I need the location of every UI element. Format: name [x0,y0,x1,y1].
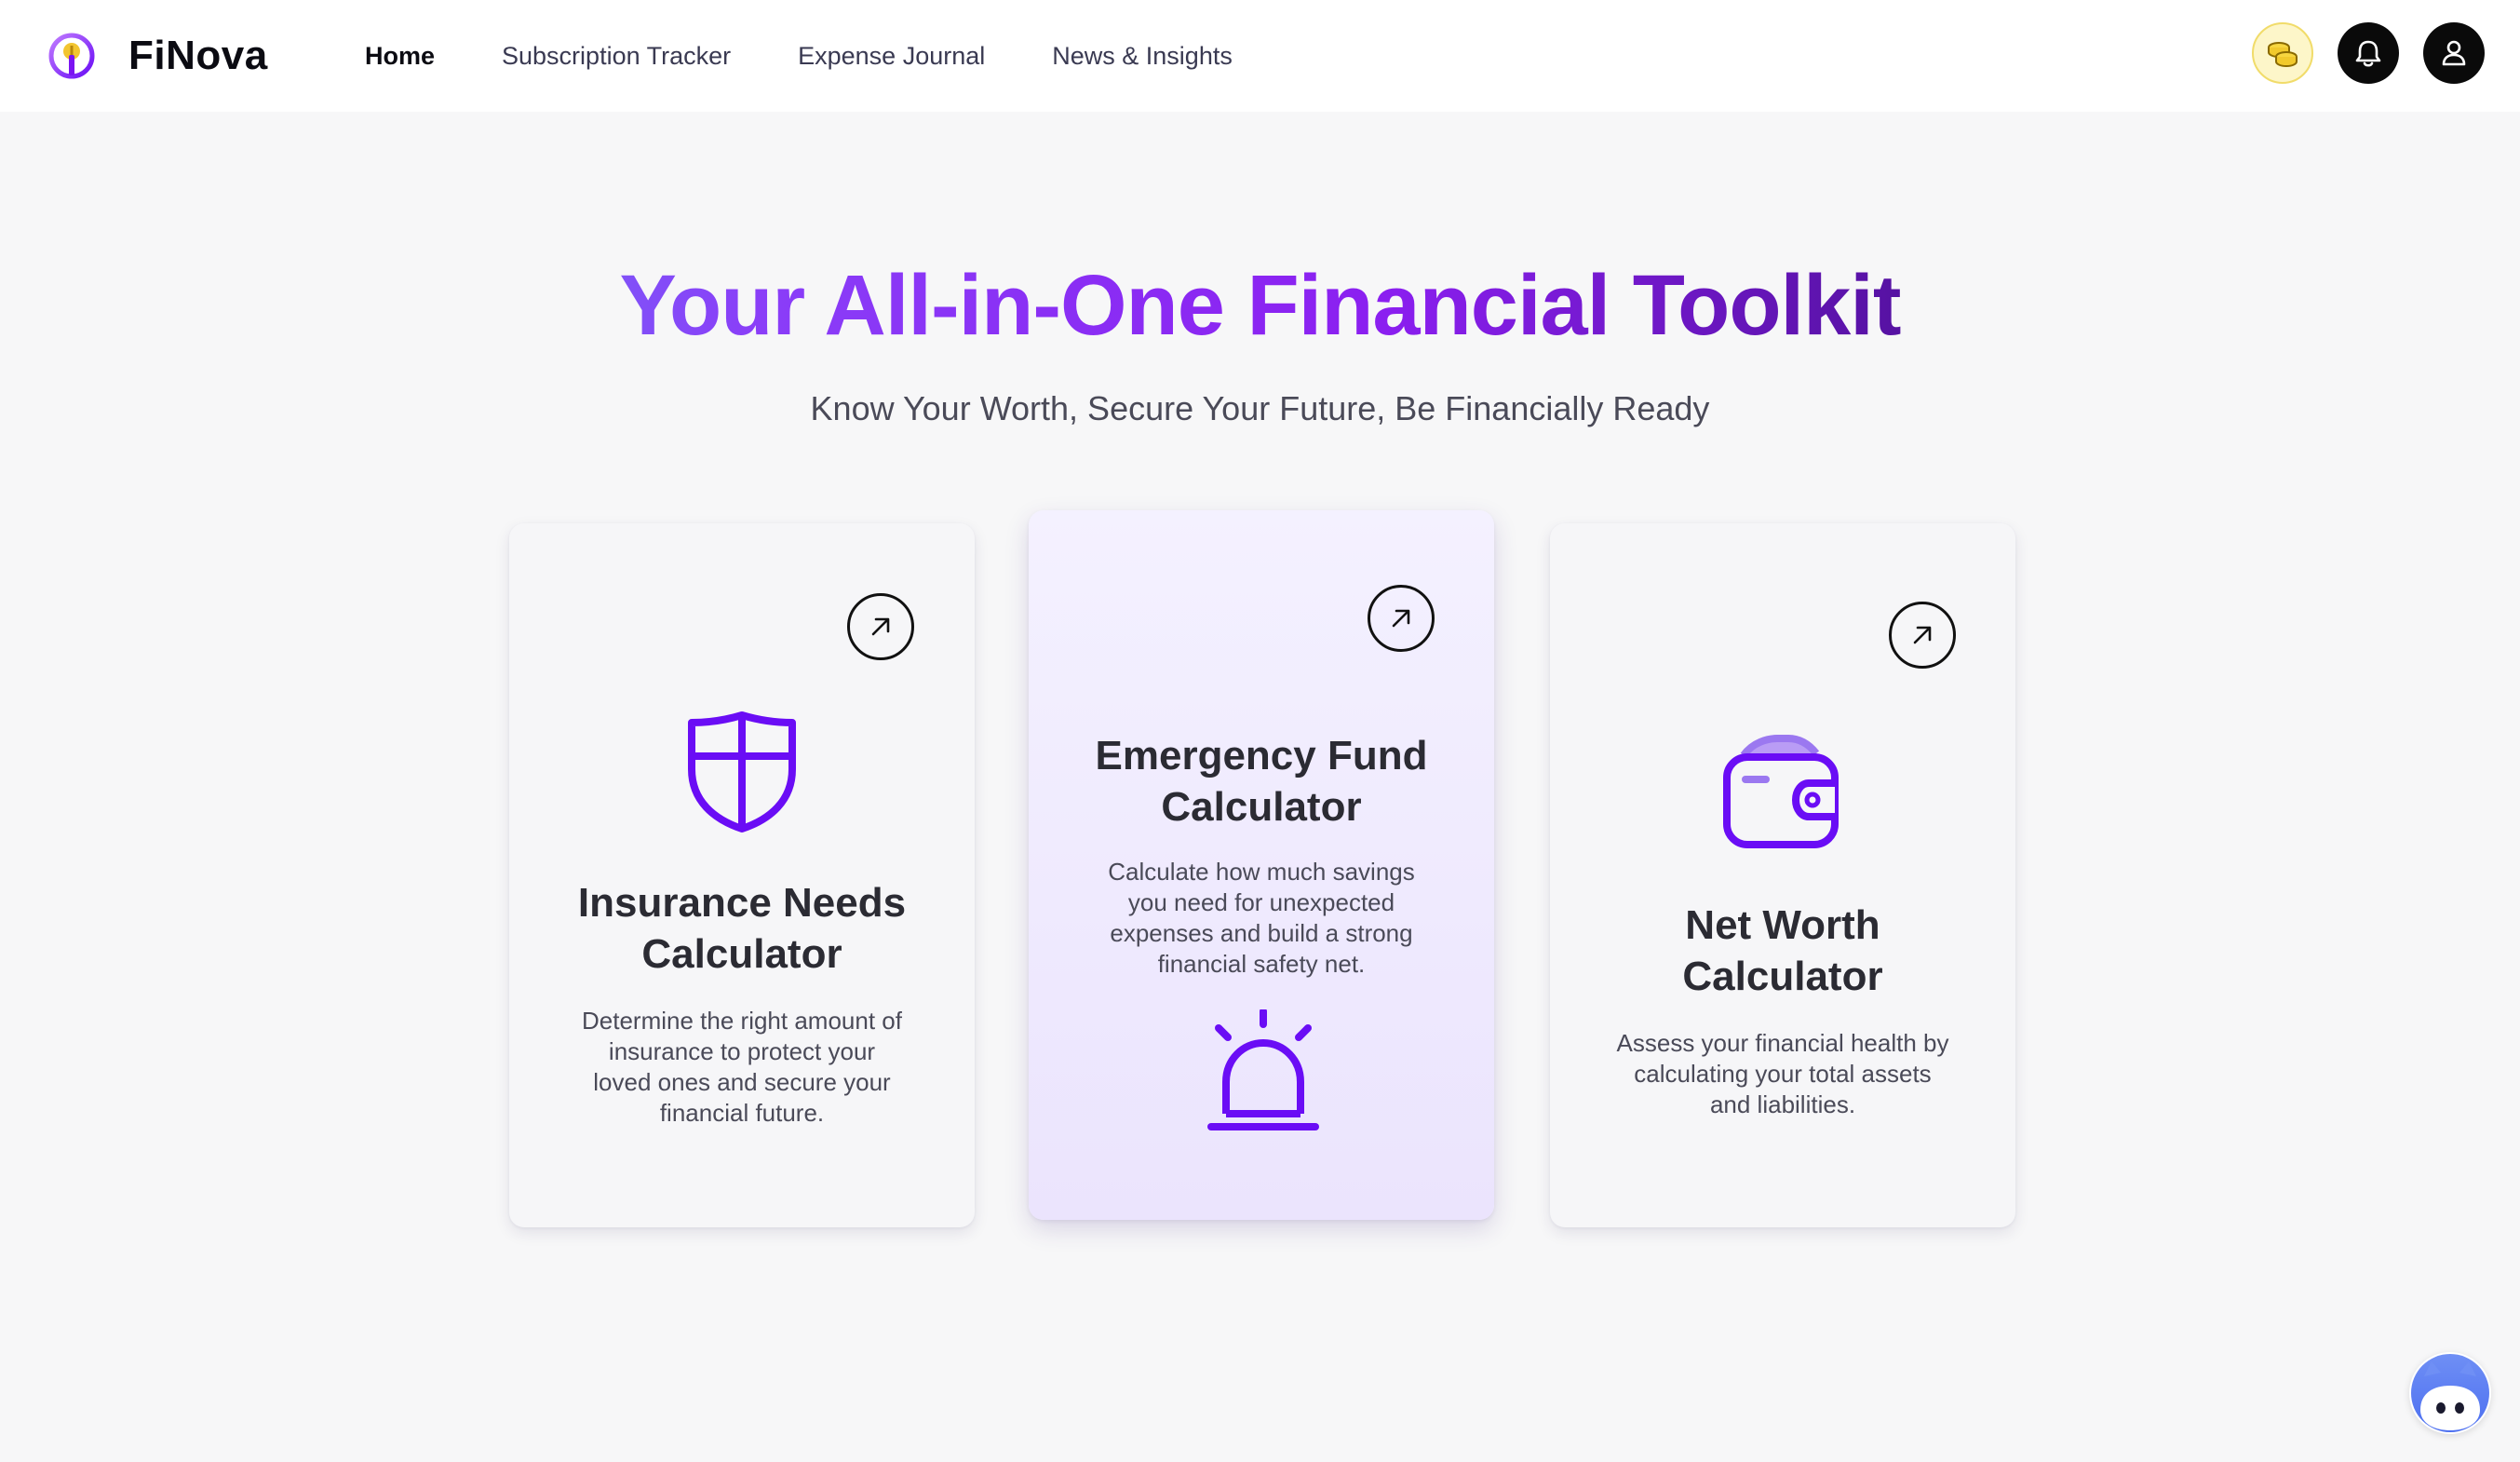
wallet-icon [1723,735,1839,848]
net-worth-card-description: Assess your financial health by calculat… [1616,1029,1949,1118]
shield-icon [688,711,796,833]
nav-news-insights[interactable]: News & Insights [1052,42,1233,71]
main-nav: Home Subscription Tracker Expense Journa… [365,0,1300,112]
emergency-fund-card-description: Calculate how much savings you need for … [1108,858,1415,978]
chatbot-button[interactable] [2409,1352,2491,1434]
user-icon [2442,40,2466,66]
finova-logo-icon [48,33,95,79]
page-subtitle: Know Your Worth, Secure Your Future, Be … [810,389,1710,427]
nav-actions [2228,22,2485,84]
bell-icon [2355,40,2381,67]
nav-subscription-tracker[interactable]: Subscription Tracker [502,42,731,71]
emergency-fund-card-title: Emergency Fund Calculator [1095,733,1428,830]
arrow-up-right-icon [1392,609,1410,628]
notifications-button[interactable] [2338,22,2399,84]
open-net-worth-calculator-button[interactable] [1889,602,1956,669]
top-navbar: FiNova Home Subscription Tracker Expense… [0,0,2520,112]
nav-home[interactable]: Home [365,42,435,71]
nav-expense-journal[interactable]: Expense Journal [798,42,985,71]
emergency-fund-calculator-card[interactable]: Emergency Fund Calculator Calculate how … [1029,510,1494,1220]
open-emergency-fund-calculator-button[interactable] [1368,585,1435,652]
insurance-card-description: Determine the right amount of insurance … [582,1007,902,1127]
profile-button[interactable] [2423,22,2485,84]
coins-icon [2268,42,2298,68]
arrow-up-right-icon [1913,626,1932,644]
net-worth-calculator-card[interactable]: Net Worth Calculator Assess your financi… [1550,523,2015,1227]
brand[interactable]: FiNova [47,26,268,86]
robot-icon [2411,1354,2489,1432]
coins-button[interactable] [2252,22,2313,84]
siren-icon [1207,1009,1319,1130]
brand-name: FiNova [128,33,268,78]
open-insurance-calculator-button[interactable] [847,593,914,660]
arrow-up-right-icon [871,617,890,636]
page-title: Your All-in-One Financial Toolkit [0,257,2520,355]
net-worth-card-title: Net Worth Calculator [1682,902,1883,999]
insurance-calculator-card[interactable]: Insurance Needs Calculator Determine the… [509,523,975,1227]
insurance-card-title: Insurance Needs Calculator [577,880,907,977]
